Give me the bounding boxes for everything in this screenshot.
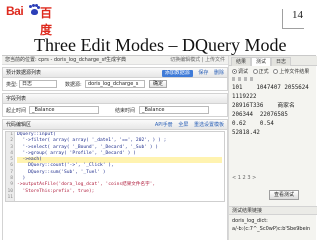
- result-line: 52818.42: [232, 130, 260, 136]
- api-manual-link[interactable]: API手册: [155, 122, 173, 128]
- radio-debug[interactable]: [232, 69, 237, 74]
- result-link-line[interactable]: doris_log_dict:: [232, 218, 268, 224]
- field-label-end: 结束时间: [115, 108, 136, 114]
- datasource-actions: 添加数据源 保存 删除: [158, 68, 224, 78]
- test-result-link-header: 测试结果链接: [229, 206, 317, 215]
- result-line: 206344 22076585: [232, 112, 288, 118]
- code-line[interactable]: [17, 195, 222, 201]
- type-select[interactable]: 日志: [19, 80, 57, 88]
- datasource-panel: 预计数据源列表 添加数据源 保存 删除 类型: 日志 数据源: doris_lo…: [2, 67, 228, 91]
- line-number-gutter: 1 2 3 4 5 6 7 8 9 10 11: [6, 132, 15, 201]
- result-pane: 结果 测试 日志 调试 正式 上传文件结果 101 1047407 205562…: [228, 56, 317, 240]
- slide-title: Three Edit Modes – DQuery Mode: [34, 35, 287, 55]
- result-header: [232, 77, 314, 84]
- logo-wordmark-bai: Bai: [6, 4, 24, 18]
- code-panel-title: 代码编辑区: [6, 122, 32, 128]
- datasource-row: 类型: 日志 数据源: doris_log_dcharge_s 确定: [3, 78, 227, 90]
- radio-upload[interactable]: [273, 69, 279, 74]
- page-number: 14: [282, 9, 304, 29]
- field-panel: 字段列表 起止时间 _Balance 结束时间 _Balance: [2, 93, 228, 117]
- field-label-start: 起止时间: [6, 108, 27, 114]
- radio-formal-label: 正式: [258, 69, 269, 75]
- view-test-button[interactable]: 查看测试: [269, 190, 300, 200]
- tab-result[interactable]: 结果: [231, 57, 252, 66]
- tab-test[interactable]: 测试: [251, 57, 272, 66]
- result-pager[interactable]: < 1 2 3 >: [232, 175, 256, 181]
- tab-log[interactable]: 日志: [271, 57, 292, 66]
- field-panel-title: 字段列表: [6, 96, 27, 102]
- run-mode-radios: 调试 正式 上传文件结果: [232, 68, 309, 75]
- save-link[interactable]: 保存: [198, 70, 208, 76]
- datasource-panel-header: 预计数据源列表 添加数据源 保存 删除: [3, 68, 227, 78]
- source-label: 数据源:: [65, 82, 82, 88]
- template-link[interactable]: 重选设置模板: [194, 122, 224, 128]
- code-editor[interactable]: 1 2 3 4 5 6 7 8 9 10 11 DQuery::input( '->filter( …: [5, 131, 225, 202]
- result-line: 0.62 0.54: [232, 121, 274, 127]
- result-table: 101 1047407 2055624 1119222 28916T336 商家…: [232, 77, 314, 138]
- baidu-logo: Bai 百度: [6, 4, 60, 37]
- confirm-button[interactable]: 确定: [149, 80, 168, 88]
- code-actions: API手册 全屏 重选设置模板: [151, 120, 224, 130]
- breadcrumb-text: 您当前的位置: cprs - doris_log_dcharge_sf生成字典: [5, 57, 126, 63]
- line-number: 11: [7, 194, 13, 200]
- field-panel-header: 字段列表: [3, 94, 227, 104]
- result-line: 28916T336 商家名: [232, 103, 295, 109]
- app-screenshot: 您当前的位置: cprs - doris_log_dcharge_sf生成字典 …: [2, 55, 317, 240]
- delete-link[interactable]: 删除: [214, 70, 224, 76]
- paw-icon: [29, 4, 40, 16]
- result-line: 1119222: [232, 94, 257, 100]
- field-input-end[interactable]: _Balance: [139, 106, 209, 114]
- radio-formal[interactable]: [252, 69, 258, 74]
- datasource-panel-title: 预计数据源列表: [6, 70, 42, 76]
- result-link-line[interactable]: a/-b:(c:7^_Sc0wP)c:b'Sbe9bein: [232, 226, 310, 232]
- code-panel: 代码编辑区 API手册 全屏 重选设置模板 1 2 3 4 5 6 7 8 9 10 11 DQue…: [2, 119, 228, 240]
- radio-debug-label: 调试: [238, 69, 249, 75]
- logo-wordmark-du: 百度: [40, 6, 53, 37]
- field-input-start[interactable]: _Balance: [29, 106, 99, 114]
- result-line: 101 1047407 2055624: [232, 85, 309, 91]
- mode-switch-links[interactable]: 切换编辑模式 | 上传文件: [170, 56, 225, 65]
- code-panel-header: 代码编辑区 API手册 全屏 重选设置模板: [3, 120, 227, 130]
- add-datasource-button[interactable]: 添加数据源: [161, 70, 193, 77]
- editor-workspace: 您当前的位置: cprs - doris_log_dcharge_sf生成字典 …: [2, 56, 228, 240]
- code-text[interactable]: DQuery::input( '->filter( array( array( …: [17, 132, 222, 201]
- fullscreen-link[interactable]: 全屏: [178, 122, 188, 128]
- result-tabs: 结果 测试 日志: [229, 56, 317, 66]
- field-row: 起止时间 _Balance 结束时间 _Balance: [3, 104, 227, 116]
- source-select[interactable]: doris_log_dcharge_s: [85, 80, 145, 88]
- type-label: 类型:: [6, 82, 18, 88]
- radio-upload-label: 上传文件结果: [279, 69, 310, 75]
